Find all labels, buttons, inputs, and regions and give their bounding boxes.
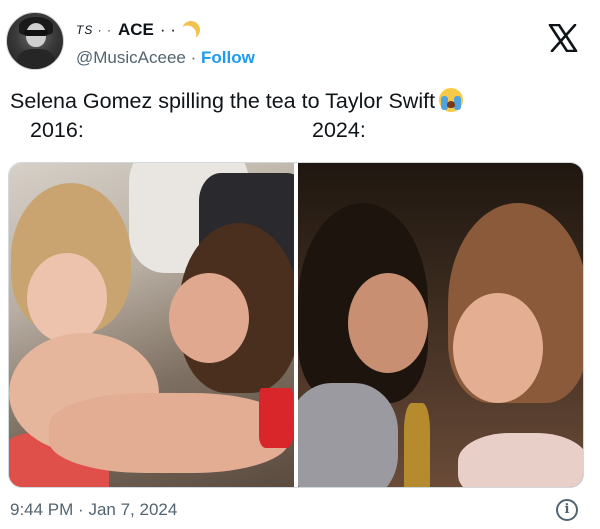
tweet-time: 9:44 PM [10, 500, 74, 519]
photo-right-bottle [404, 403, 430, 487]
author-name-row[interactable]: TS · · ACE · · [76, 20, 200, 40]
photo-right-flowers [458, 433, 583, 487]
photo-left[interactable] [9, 163, 294, 487]
author-name-prefix: TS · · [76, 23, 112, 37]
author-display-name[interactable]: ACE [118, 20, 154, 40]
avatar-glasses [24, 30, 48, 36]
label-right-year: 2024: [312, 118, 366, 142]
photo-left-arm [49, 393, 289, 473]
timestamp-separator: · [78, 500, 84, 519]
photo-left-face-1 [27, 253, 107, 343]
tweet-timestamp[interactable]: 9:44 PM · Jan 7, 2024 [10, 500, 177, 520]
photo-right-face-1 [348, 273, 428, 373]
info-icon[interactable]: i [556, 499, 578, 521]
x-logo-icon[interactable] [548, 24, 578, 52]
tweet-header: TS · · ACE · · @MusicAceee · Follow [6, 10, 594, 72]
tweet-date: Jan 7, 2024 [88, 500, 178, 519]
avatar-body [17, 49, 55, 69]
media-grid[interactable] [8, 162, 584, 488]
avatar[interactable] [6, 12, 64, 70]
photo-left-face-2 [169, 273, 249, 363]
photo-right-gray-fur [298, 383, 398, 487]
crying-face-icon [439, 88, 464, 112]
author-handle[interactable]: @MusicAceee [76, 48, 186, 67]
crescent-moon-icon [179, 18, 202, 41]
tweet-text-body: Selena Gomez spilling the tea to Taylor … [10, 89, 436, 113]
photo-left-red-cup [259, 388, 293, 448]
label-left-year: 2016: [30, 118, 84, 142]
photo-right-face-2 [453, 293, 543, 403]
author-name-suffix: · · [159, 20, 176, 39]
handle-separator: · [190, 48, 197, 67]
follow-button[interactable]: Follow [201, 48, 255, 67]
photo-right[interactable] [298, 163, 583, 487]
author-handle-row: @MusicAceee · Follow [76, 48, 255, 68]
tweet-text: Selena Gomez spilling the tea to Taylor … [10, 88, 464, 114]
